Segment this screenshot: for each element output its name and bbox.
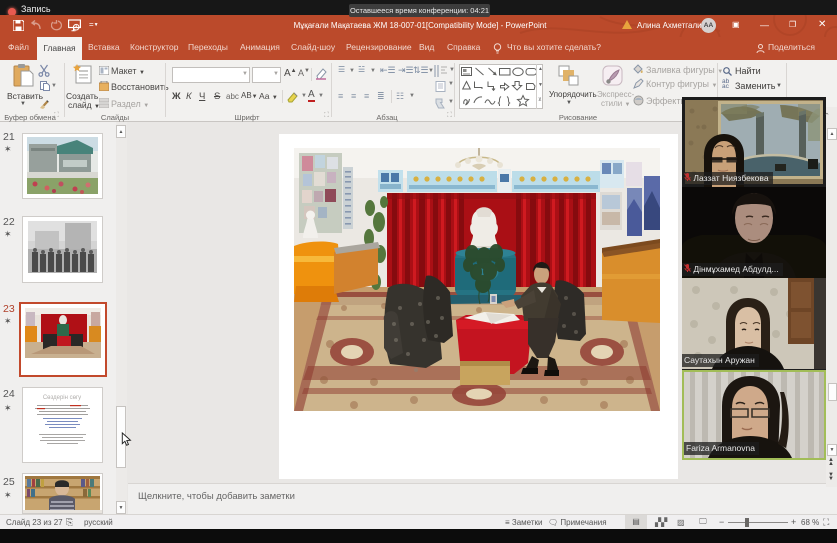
svg-text:Сөздерін сөгу: Сөздерін сөгу <box>43 395 81 401</box>
